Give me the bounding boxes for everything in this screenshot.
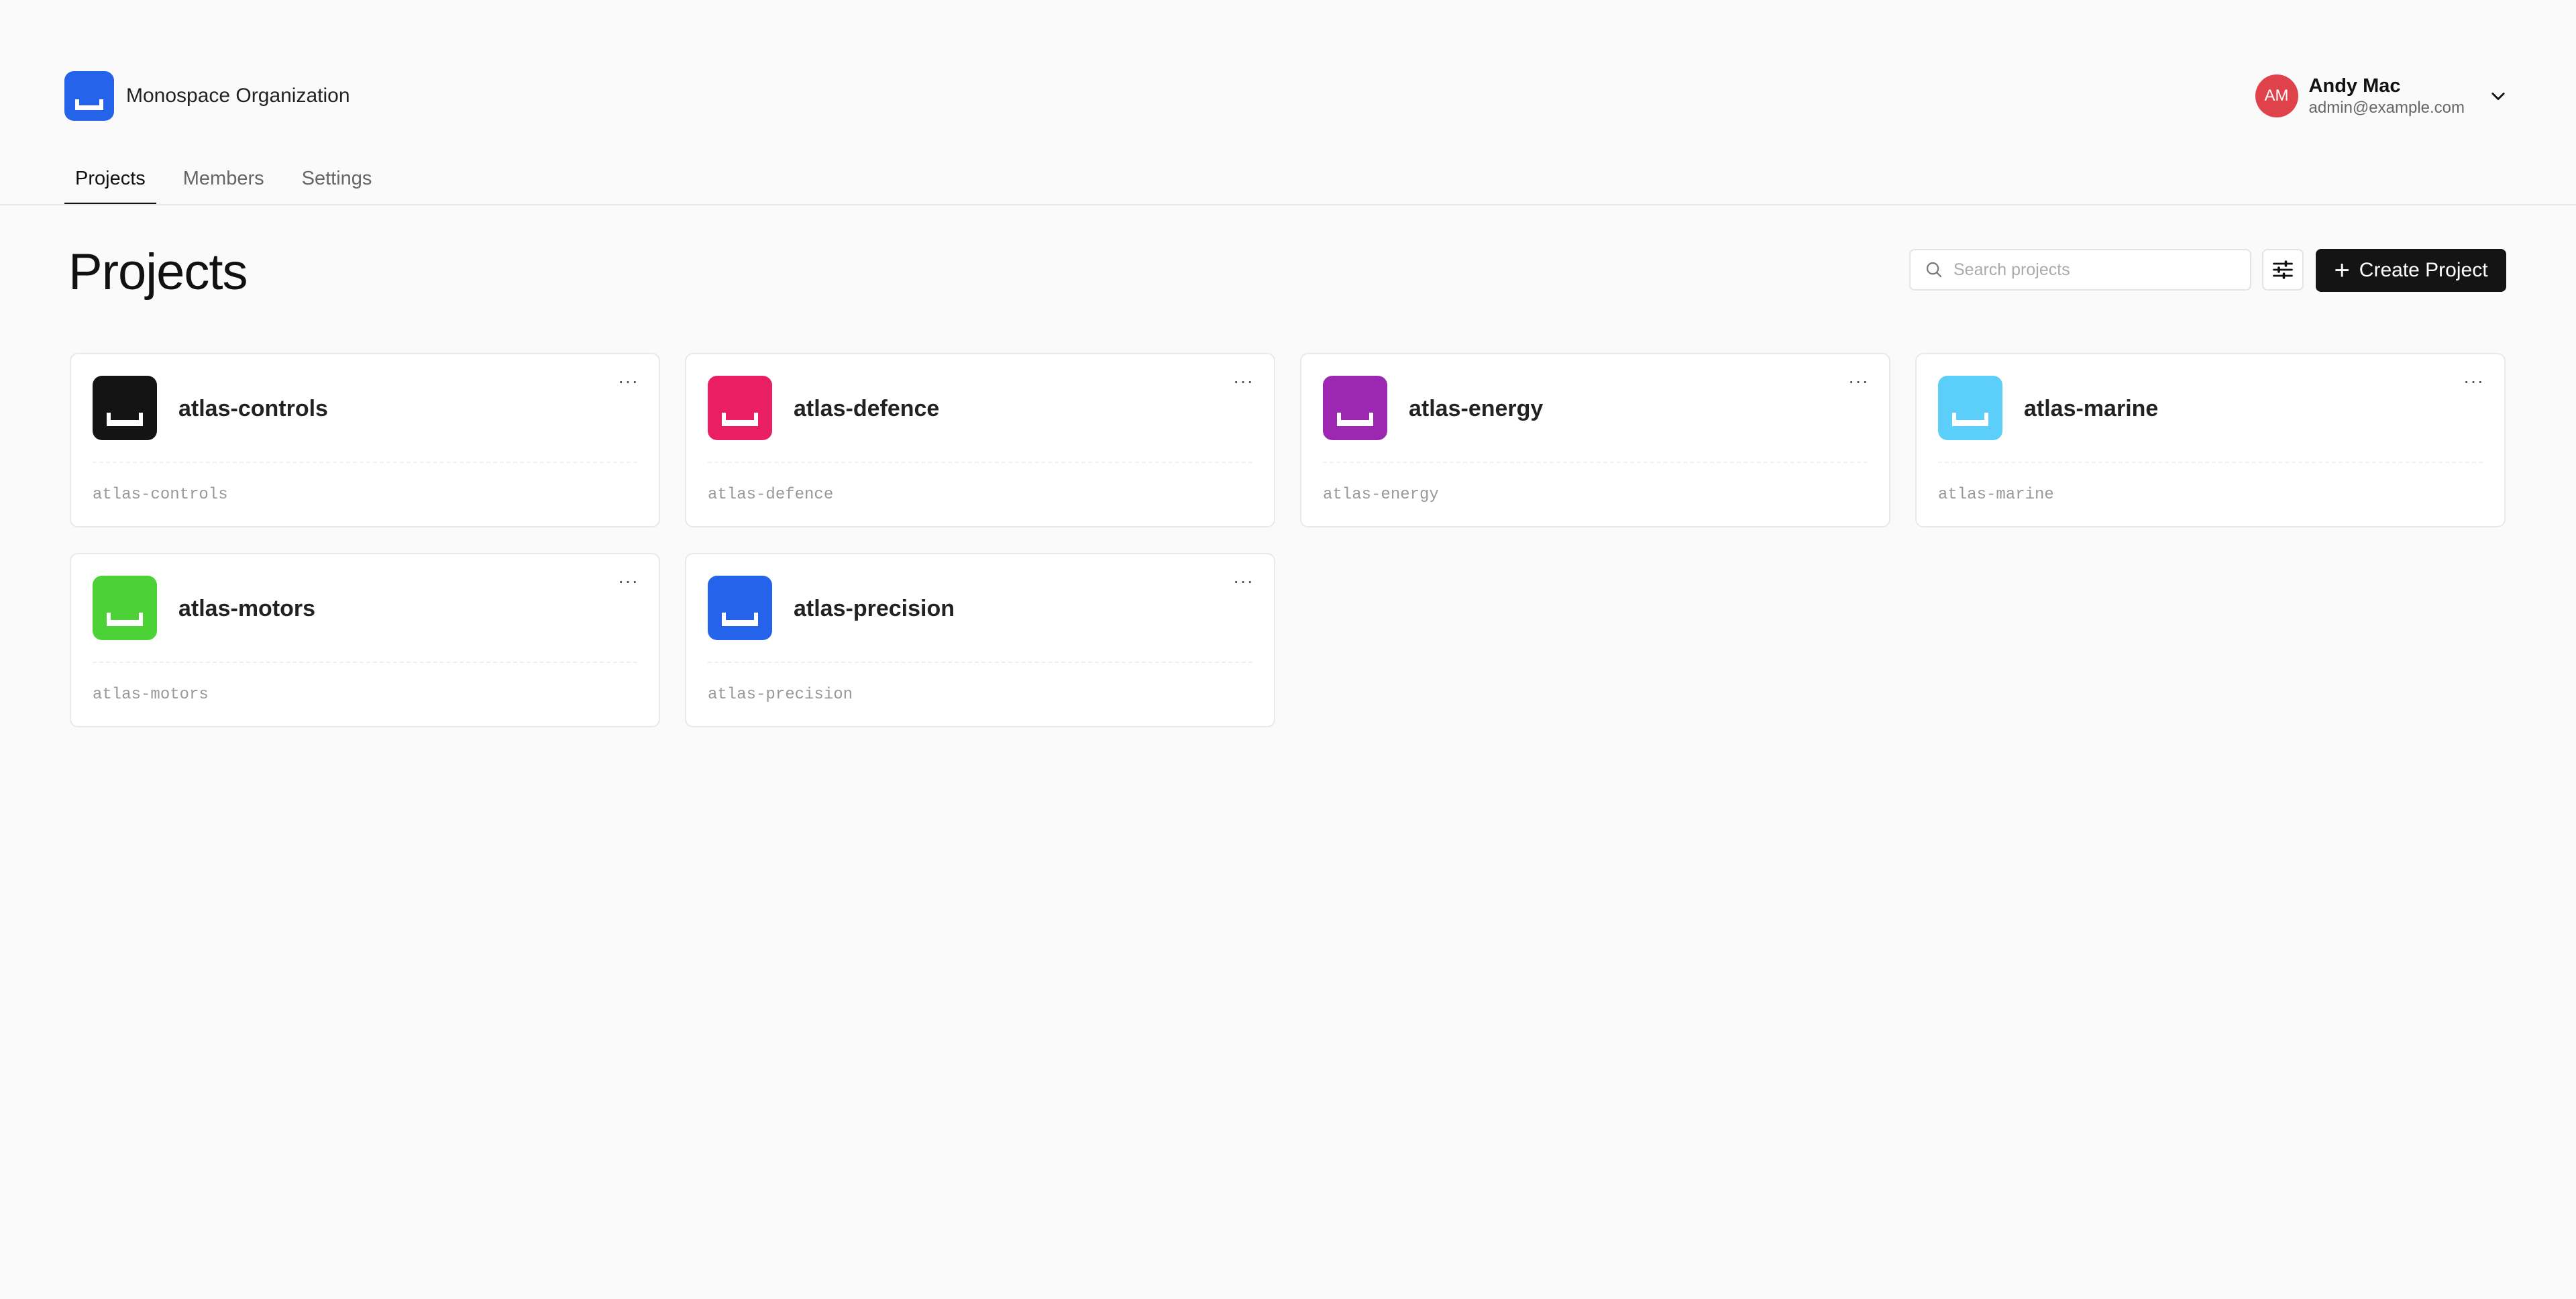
user-name: Andy Mac [2308, 75, 2401, 97]
user-email: admin@example.com [2308, 99, 2465, 117]
card-divider [708, 462, 1252, 463]
filter-button[interactable] [2262, 249, 2304, 291]
card-divider [93, 462, 637, 463]
plus-icon: + [2334, 256, 2350, 285]
project-icon [708, 376, 772, 440]
card-divider [93, 662, 637, 663]
project-slug: atlas-precision [708, 686, 853, 704]
project-card[interactable]: atlas-precision ··· atlas-precision [685, 553, 1275, 727]
project-name: atlas-controls [178, 396, 328, 421]
project-name: atlas-defence [794, 396, 940, 421]
project-card[interactable]: atlas-controls ··· atlas-controls [70, 353, 660, 527]
project-slug: atlas-marine [1938, 486, 2054, 504]
project-name: atlas-marine [2024, 396, 2159, 421]
sliders-icon [2273, 260, 2293, 279]
search-input[interactable] [1952, 259, 2237, 280]
more-options-icon[interactable]: ··· [1848, 372, 1869, 391]
more-options-icon[interactable]: ··· [2463, 372, 2484, 391]
top-bar: Monospace Organization AM Andy Mac admin… [0, 0, 2576, 205]
create-project-label: Create Project [2359, 259, 2488, 281]
user-menu[interactable]: AM Andy Mac admin@example.com [2255, 71, 2512, 121]
project-name: atlas-motors [178, 596, 316, 621]
project-name: atlas-precision [794, 596, 955, 621]
project-icon [1323, 376, 1387, 440]
project-card[interactable]: atlas-defence ··· atlas-defence [685, 353, 1275, 527]
project-card[interactable]: atlas-motors ··· atlas-motors [70, 553, 660, 727]
tab-members[interactable]: Members [172, 156, 275, 205]
search-box[interactable] [1909, 249, 2251, 291]
project-card[interactable]: atlas-marine ··· atlas-marine [1915, 353, 2506, 527]
bracket-logo-icon [64, 71, 114, 121]
card-divider [708, 662, 1252, 663]
project-icon [93, 376, 157, 440]
org-name: Monospace Organization [126, 85, 350, 107]
more-options-icon[interactable]: ··· [618, 572, 639, 590]
project-slug: atlas-controls [93, 486, 228, 504]
project-slug: atlas-motors [93, 686, 209, 704]
card-divider [1938, 462, 2483, 463]
project-slug: atlas-energy [1323, 486, 1439, 504]
search-icon [1926, 262, 1942, 278]
header-divider [0, 204, 2576, 205]
create-project-button[interactable]: + Create Project [2316, 249, 2506, 292]
project-card[interactable]: atlas-energy ··· atlas-energy [1300, 353, 1890, 527]
page-title: Projects [68, 244, 248, 301]
project-grid: atlas-controls ··· atlas-controls atlas-… [70, 353, 2506, 727]
more-options-icon[interactable]: ··· [1233, 572, 1254, 590]
avatar: AM [2255, 74, 2298, 117]
project-name: atlas-energy [1409, 396, 1544, 421]
nav-tabs: Projects Members Settings [64, 156, 398, 205]
tab-projects[interactable]: Projects [64, 156, 156, 205]
org-switcher[interactable]: Monospace Organization [64, 71, 350, 121]
card-divider [1323, 462, 1868, 463]
tab-settings[interactable]: Settings [291, 156, 383, 205]
chevron-down-icon[interactable] [2485, 83, 2512, 109]
project-icon [1938, 376, 2002, 440]
project-icon [708, 576, 772, 640]
more-options-icon[interactable]: ··· [1233, 372, 1254, 391]
project-icon [93, 576, 157, 640]
project-slug: atlas-defence [708, 486, 834, 504]
more-options-icon[interactable]: ··· [618, 372, 639, 391]
